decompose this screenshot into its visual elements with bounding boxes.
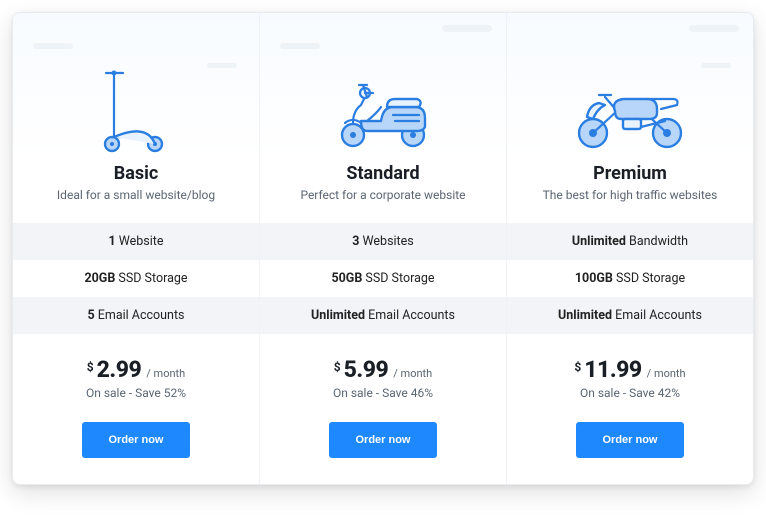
price-period: / month: [393, 367, 432, 380]
currency-symbol: $: [334, 360, 341, 374]
currency-symbol: $: [574, 360, 581, 374]
cloud-decoration: [442, 25, 492, 32]
feature-item: Unlimited Email Accounts: [260, 297, 506, 334]
plan-title: Standard: [346, 163, 419, 184]
price-amount: 2.99: [97, 356, 142, 383]
order-now-button[interactable]: Order now: [329, 422, 436, 458]
price-block: $ 5.99 / month On sale - Save 46%: [260, 334, 506, 410]
plan-subtitle: The best for high traffic websites: [543, 188, 718, 202]
order-now-button[interactable]: Order now: [82, 422, 189, 458]
price-amount: 5.99: [344, 356, 389, 383]
currency-symbol: $: [87, 360, 94, 374]
price-period: / month: [647, 367, 686, 380]
cloud-decoration: [33, 43, 73, 49]
feature-item: Unlimited Email Accounts: [507, 297, 753, 334]
moped-icon: [323, 53, 443, 153]
price-period: / month: [146, 367, 185, 380]
plan-standard: BEST DEAL: [260, 13, 507, 484]
price: $ 5.99 / month: [268, 356, 498, 383]
sale-text: On sale - Save 42%: [515, 386, 745, 400]
feature-item: 5 Email Accounts: [13, 297, 259, 334]
feature-item: 100GB SSD Storage: [507, 260, 753, 297]
price: $ 2.99 / month: [21, 356, 251, 383]
plan-subtitle: Ideal for a small website/blog: [57, 188, 215, 202]
motorcycle-icon: [565, 53, 695, 153]
feature-list: 1 Website 20GB SSD Storage 5 Email Accou…: [13, 223, 259, 334]
order-now-button[interactable]: Order now: [576, 422, 683, 458]
plan-title: Basic: [114, 163, 159, 184]
feature-item: 50GB SSD Storage: [260, 260, 506, 297]
feature-list: Unlimited Bandwidth 100GB SSD Storage Un…: [507, 223, 753, 334]
sale-text: On sale - Save 46%: [268, 386, 498, 400]
plan-header: Premium The best for high traffic websit…: [507, 13, 753, 223]
price-block: $ 2.99 / month On sale - Save 52%: [13, 334, 259, 410]
cta-wrap: Order now: [260, 410, 506, 484]
price: $ 11.99 / month: [515, 356, 745, 383]
cloud-decoration: [689, 25, 739, 32]
cloud-decoration: [207, 63, 237, 68]
cta-wrap: Order now: [507, 410, 753, 484]
cloud-decoration: [280, 43, 320, 49]
plan-header: Standard Perfect for a corporate website: [260, 13, 506, 223]
plan-premium: Premium The best for high traffic websit…: [507, 13, 753, 484]
price-amount: 11.99: [584, 356, 641, 383]
scooter-icon: [101, 53, 171, 153]
plan-subtitle: Perfect for a corporate website: [300, 188, 465, 202]
feature-list: 3 Websites 50GB SSD Storage Unlimited Em…: [260, 223, 506, 334]
plan-basic: Basic Ideal for a small website/blog 1 W…: [13, 13, 260, 484]
feature-item: 1 Website: [13, 223, 259, 260]
feature-item: 3 Websites: [260, 223, 506, 260]
price-block: $ 11.99 / month On sale - Save 42%: [507, 334, 753, 410]
feature-item: 20GB SSD Storage: [13, 260, 259, 297]
plan-title: Premium: [593, 163, 667, 184]
sale-text: On sale - Save 52%: [21, 386, 251, 400]
cta-wrap: Order now: [13, 410, 259, 484]
cloud-decoration: [701, 63, 731, 68]
pricing-table: Basic Ideal for a small website/blog 1 W…: [12, 12, 754, 485]
plan-header: Basic Ideal for a small website/blog: [13, 13, 259, 223]
feature-item: Unlimited Bandwidth: [507, 223, 753, 260]
